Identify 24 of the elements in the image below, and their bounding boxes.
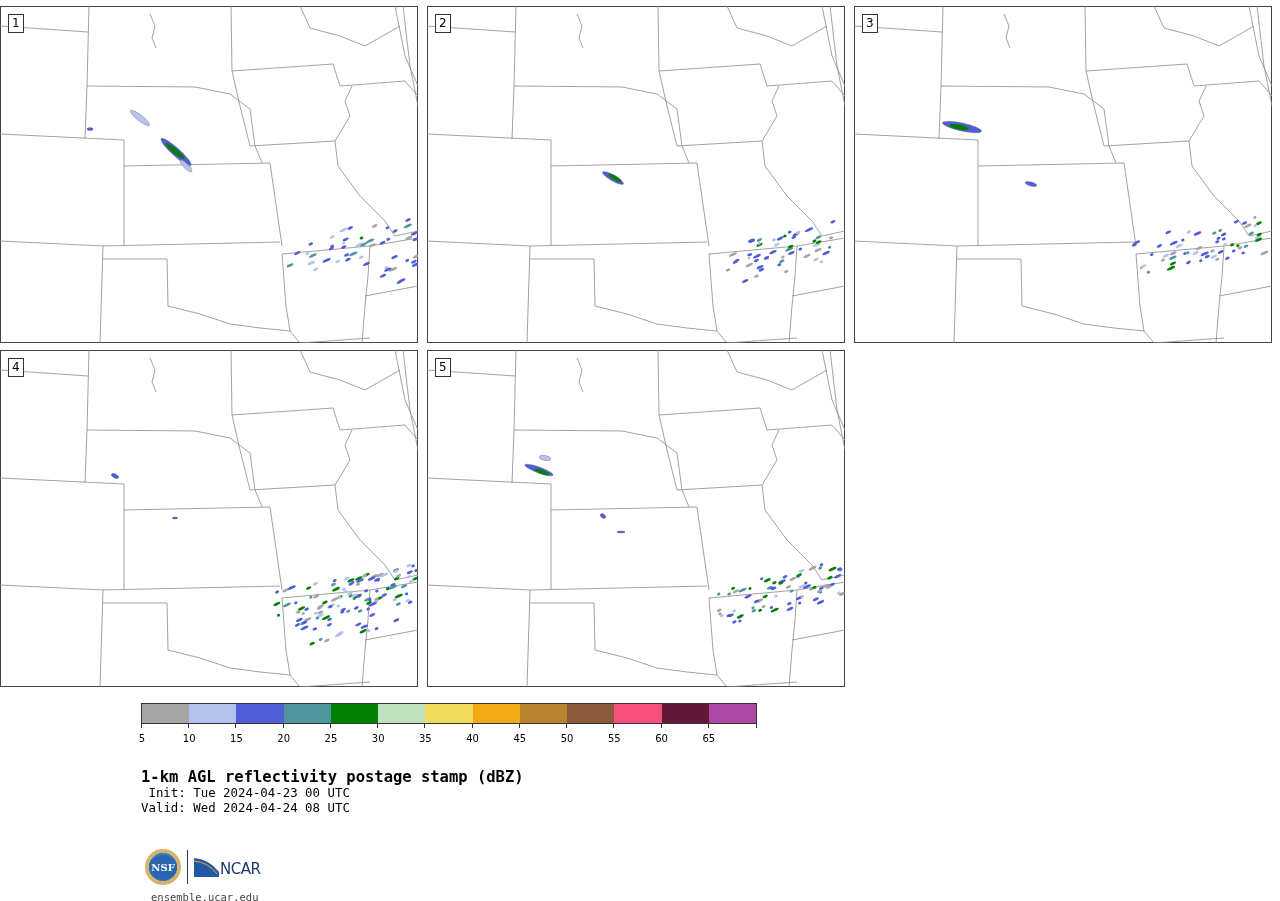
tick-label: 55 bbox=[607, 733, 621, 744]
panel-number: 4 bbox=[8, 358, 24, 377]
panel-number: 3 bbox=[862, 14, 878, 33]
tick-label: 15 bbox=[230, 733, 243, 744]
tick-label: 65 bbox=[702, 733, 716, 744]
panel-number: 1 bbox=[8, 14, 24, 33]
plot-title: 1-km AGL reflectivity postage stamp (dBZ) bbox=[141, 768, 525, 786]
tick-label: 20 bbox=[277, 733, 291, 744]
tick-label: 45 bbox=[513, 733, 527, 744]
tick-label: 30 bbox=[371, 733, 385, 744]
tick-label: 10 bbox=[182, 733, 196, 744]
tick-label: 35 bbox=[419, 733, 432, 744]
ncar-logo: NCAR bbox=[194, 857, 261, 877]
tick-label: 40 bbox=[466, 733, 479, 744]
panel-number: 2 bbox=[435, 14, 451, 33]
panel-number: 5 bbox=[435, 358, 451, 377]
tick-label: 25 bbox=[324, 733, 338, 744]
init-time: Init: Tue 2024-04-23 00 UTC bbox=[147, 786, 351, 801]
tick-label: 50 bbox=[560, 733, 574, 744]
nsf-logo: NSF bbox=[145, 849, 181, 885]
tick-label: 60 bbox=[655, 733, 668, 744]
valid-time: Valid: Wed 2024-04-24 08 UTC bbox=[141, 800, 351, 815]
website-url: ensemble.ucar.edu bbox=[150, 891, 260, 901]
tick-label: 5 bbox=[138, 733, 146, 744]
